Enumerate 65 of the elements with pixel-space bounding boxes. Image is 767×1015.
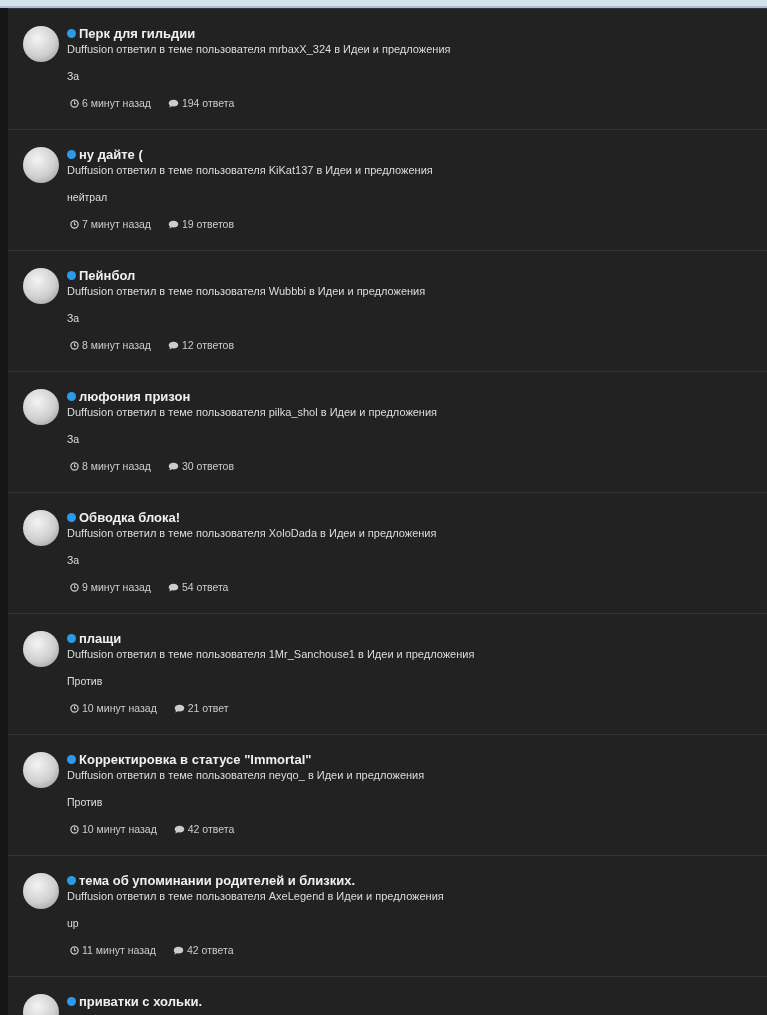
topic-title[interactable]: Пейнбол: [79, 268, 136, 283]
activity-summary: Duffusion ответил в теме пользователя mrbaxX_324 в Идеи и предложения: [67, 43, 451, 55]
post-snippet: Против: [67, 675, 104, 687]
speech-bubble-icon: [167, 582, 179, 592]
speech-bubble-icon: [173, 703, 185, 713]
speech-bubble-icon: [167, 461, 179, 471]
speech-bubble-icon: [167, 219, 179, 229]
clock-icon: [70, 945, 79, 955]
activity-summary: Duffusion ответил в теме пользователя KiKat137 в Идеи и предложения: [67, 164, 433, 176]
reply-count: 12 ответов: [181, 339, 234, 351]
post-snippet: up: [67, 917, 80, 929]
reply-count: 54 ответа: [181, 581, 229, 593]
clock-icon: [70, 703, 79, 713]
speech-bubble-icon: [173, 824, 185, 834]
post-snippet: За: [67, 312, 81, 324]
avatar[interactable]: [23, 752, 59, 788]
topic-title[interactable]: плащи: [79, 631, 122, 646]
reply-count: 30 ответов: [181, 460, 234, 472]
reply-count: 21 ответ: [187, 702, 229, 714]
topic-title[interactable]: приватки с хольки.: [79, 994, 203, 1009]
post-snippet: За: [67, 554, 81, 566]
topic-title[interactable]: ну дайте (: [79, 147, 143, 162]
reply-count: 42 ответа: [187, 944, 234, 956]
clock-icon: [70, 98, 79, 108]
topic-title[interactable]: тема об упоминании родителей и близких.: [79, 873, 356, 888]
topic-title[interactable]: Корректировка в статусе "Immortal": [79, 752, 312, 767]
clock-icon: [70, 582, 79, 592]
avatar[interactable]: [23, 389, 59, 425]
post-snippet: нейтрал: [67, 191, 109, 203]
reply-count: 194 ответа: [181, 97, 235, 109]
clock-icon: [70, 340, 79, 350]
reply-count: 42 ответа: [187, 823, 235, 835]
post-time: 11 минут назад: [82, 944, 156, 956]
clock-icon: [70, 219, 79, 229]
speech-bubble-icon: [173, 945, 184, 955]
post-snippet: За: [67, 433, 81, 445]
speech-bubble-icon: [167, 98, 179, 108]
activity-summary: Duffusion ответил в теме пользователя XoloDada в Идеи и предложения: [67, 527, 437, 539]
avatar[interactable]: [23, 147, 59, 183]
clock-icon: [70, 824, 79, 834]
post-snippet: За: [67, 70, 81, 82]
avatar[interactable]: [23, 873, 59, 909]
activity-summary: Duffusion ответил в теме пользователя neyqo_ в Идеи и предложения: [67, 769, 425, 781]
activity-summary: Duffusion ответил в теме пользователя AxeLegend в Идеи и предложения: [67, 890, 444, 902]
post-time: 9 минут назад: [82, 581, 151, 593]
topic-title[interactable]: люфония призон: [79, 389, 191, 404]
avatar[interactable]: [23, 26, 59, 62]
avatar[interactable]: [23, 268, 59, 304]
activity-summary: Duffusion ответил в теме пользователя Wubbbi в Идеи и предложения: [67, 285, 426, 297]
clock-icon: [70, 461, 79, 471]
post-time: 7 минут назад: [82, 218, 151, 230]
avatar[interactable]: [23, 510, 59, 546]
post-time: 10 минут назад: [82, 823, 157, 835]
post-snippet: Против: [67, 796, 104, 808]
reply-count: 19 ответов: [181, 218, 234, 230]
post-time: 6 минут назад: [82, 97, 151, 109]
post-time: 8 минут назад: [82, 460, 151, 472]
topic-title[interactable]: Обводка блока!: [79, 510, 181, 525]
avatar[interactable]: [23, 631, 59, 667]
post-time: 8 минут назад: [82, 339, 151, 351]
topic-title[interactable]: Перк для гильдии: [79, 26, 196, 41]
post-time: 10 минут назад: [82, 702, 157, 714]
speech-bubble-icon: [167, 340, 179, 350]
activity-summary: Duffusion ответил в теме пользователя 1Mr_Sanchouse1 в Идеи и предложения: [67, 648, 475, 660]
activity-summary: Duffusion ответил в теме пользователя pilka_shol в Идеи и предложения: [67, 406, 438, 418]
